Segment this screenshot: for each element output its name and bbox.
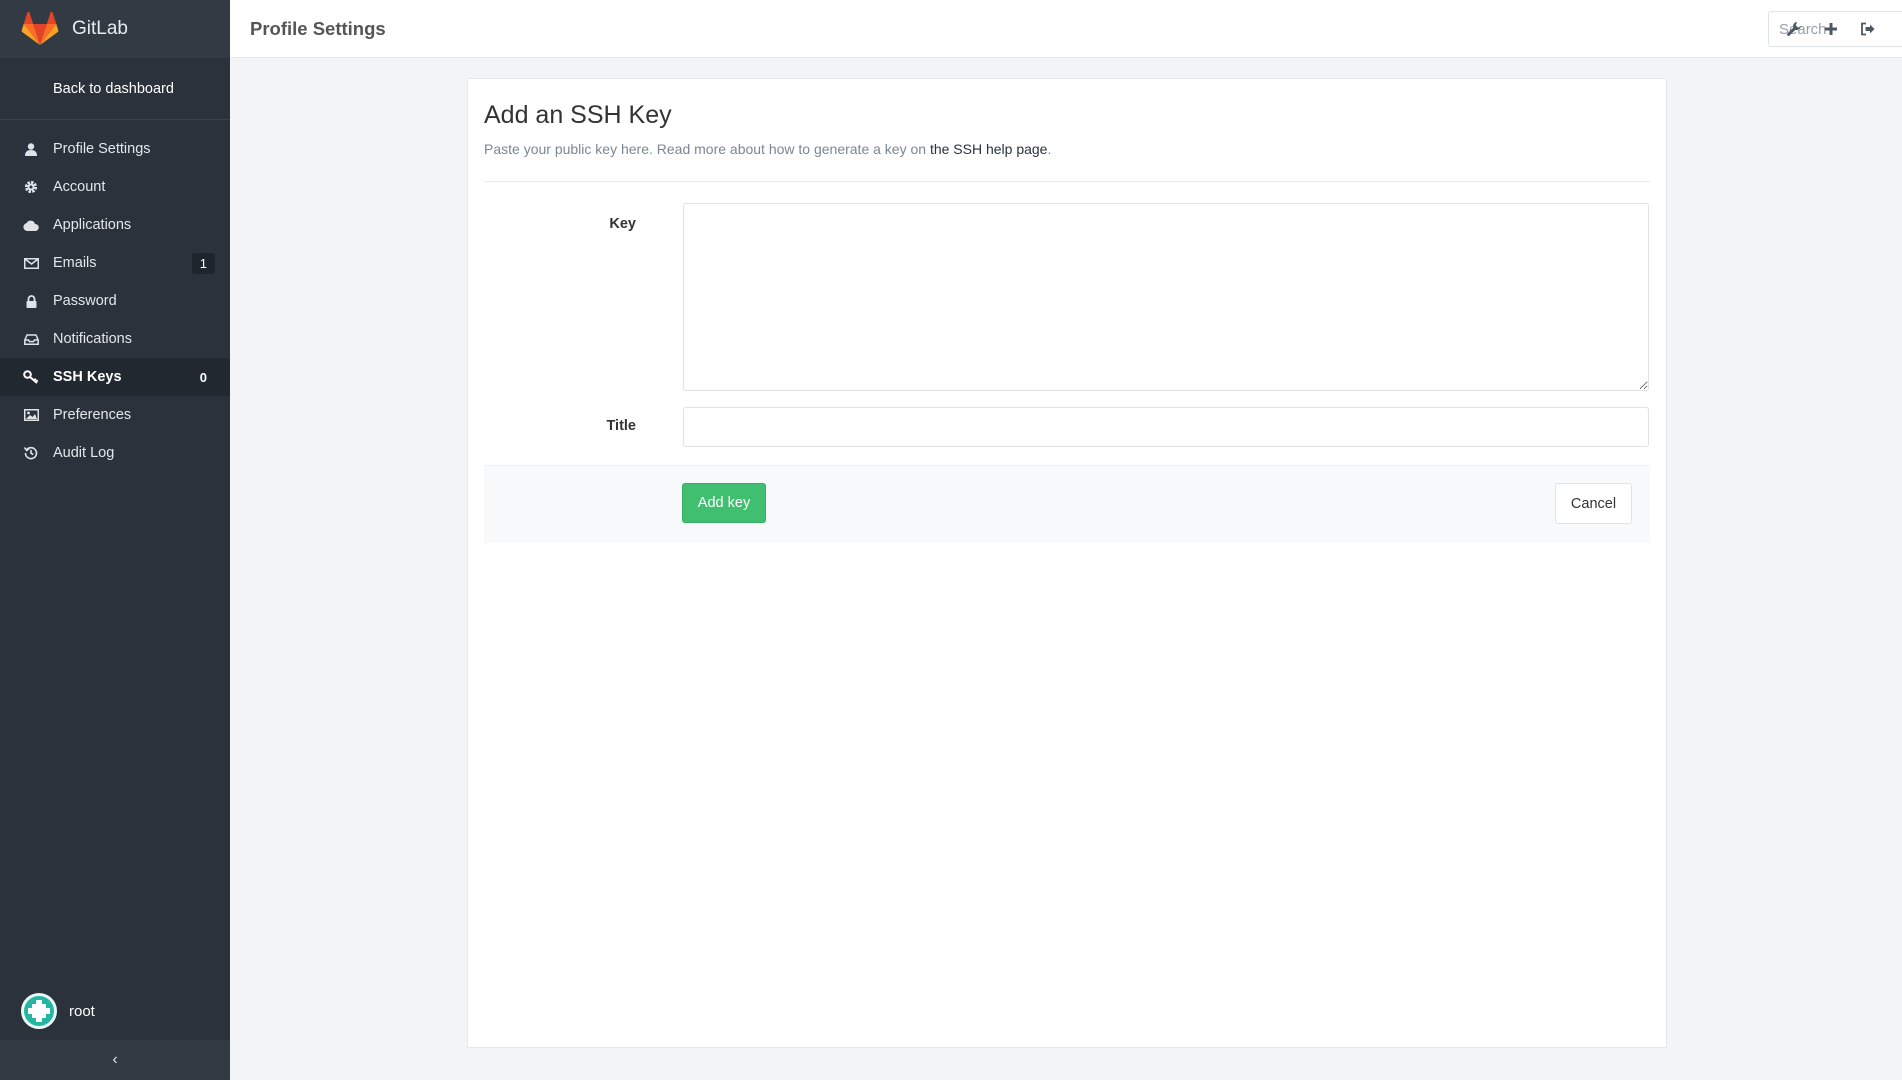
- add-key-button[interactable]: Add key: [682, 483, 766, 523]
- sidebar-item-label: Audit Log: [53, 445, 115, 461]
- key-field[interactable]: [683, 203, 1649, 391]
- user-name: root: [69, 1002, 95, 1020]
- page-title: Profile Settings: [250, 17, 386, 39]
- form-title: Add an SSH Key: [484, 101, 672, 129]
- back-to-dashboard-link[interactable]: Back to dashboard: [0, 58, 230, 120]
- description-text: Paste your public key here. Read more ab…: [484, 141, 930, 157]
- top-header: Profile Settings: [230, 0, 1902, 58]
- chevron-left-icon: ‹: [112, 1051, 118, 1068]
- ssh-keys-count-badge: 0: [199, 369, 207, 385]
- history-icon: [22, 444, 40, 462]
- sidebar-item-applications[interactable]: Applications: [0, 206, 230, 244]
- sidebar-item-audit-log[interactable]: Audit Log: [0, 434, 230, 472]
- ssh-help-page-link[interactable]: the SSH help page: [930, 141, 1048, 157]
- sidebar-item-preferences[interactable]: Preferences: [0, 396, 230, 434]
- plus-icon[interactable]: [1820, 18, 1842, 40]
- collapse-sidebar-button[interactable]: ‹: [0, 1040, 230, 1080]
- add-ssh-key-panel: Add an SSH Key Paste your public key her…: [467, 78, 1667, 1048]
- emails-count-badge: 1: [191, 252, 215, 274]
- envelope-icon: [22, 254, 40, 272]
- sidebar-nav: Profile Settings Account Applications Em…: [0, 120, 230, 472]
- gitlab-logo-icon: [21, 12, 59, 45]
- lock-icon: [22, 292, 40, 310]
- sidebar-item-emails[interactable]: Emails 1: [0, 244, 230, 282]
- form-description: Paste your public key here. Read more ab…: [484, 141, 1051, 157]
- sidebar-item-profile-settings[interactable]: Profile Settings: [0, 130, 230, 168]
- sidebar-item-ssh-keys[interactable]: SSH Keys 0: [0, 358, 230, 396]
- gear-icon: [22, 178, 40, 196]
- sidebar-item-label: Password: [53, 293, 117, 309]
- cloud-icon: [22, 216, 40, 234]
- sidebar-item-account[interactable]: Account: [0, 168, 230, 206]
- sidebar-item-label: Applications: [53, 217, 132, 233]
- user-icon: [22, 140, 40, 158]
- sign-out-icon[interactable]: [1857, 18, 1879, 40]
- sidebar-item-label: Profile Settings: [53, 141, 151, 157]
- description-end: .: [1047, 141, 1052, 157]
- avatar: [21, 993, 57, 1029]
- key-label: Key: [609, 216, 636, 232]
- wrench-icon[interactable]: [1783, 18, 1805, 40]
- sidebar-item-label: Account: [53, 179, 106, 195]
- sidebar-item-label: SSH Keys: [53, 369, 122, 385]
- sidebar-item-label: Notifications: [53, 331, 132, 347]
- title-field[interactable]: [683, 407, 1649, 447]
- brand-name: GitLab: [72, 18, 128, 39]
- current-user[interactable]: root: [0, 982, 230, 1040]
- sidebar-item-label: Preferences: [53, 407, 132, 423]
- brand[interactable]: GitLab: [0, 0, 230, 58]
- divider: [484, 181, 1650, 182]
- image-icon: [22, 406, 40, 424]
- form-actions: Add key Cancel: [484, 465, 1650, 543]
- key-icon: [22, 368, 40, 386]
- cancel-button[interactable]: Cancel: [1555, 483, 1632, 524]
- inbox-icon: [22, 330, 40, 348]
- sidebar: GitLab Back to dashboard Profile Setting…: [0, 0, 230, 1080]
- sidebar-item-notifications[interactable]: Notifications: [0, 320, 230, 358]
- sidebar-item-password[interactable]: Password: [0, 282, 230, 320]
- sidebar-item-label: Emails: [53, 255, 97, 271]
- title-label: Title: [606, 418, 636, 434]
